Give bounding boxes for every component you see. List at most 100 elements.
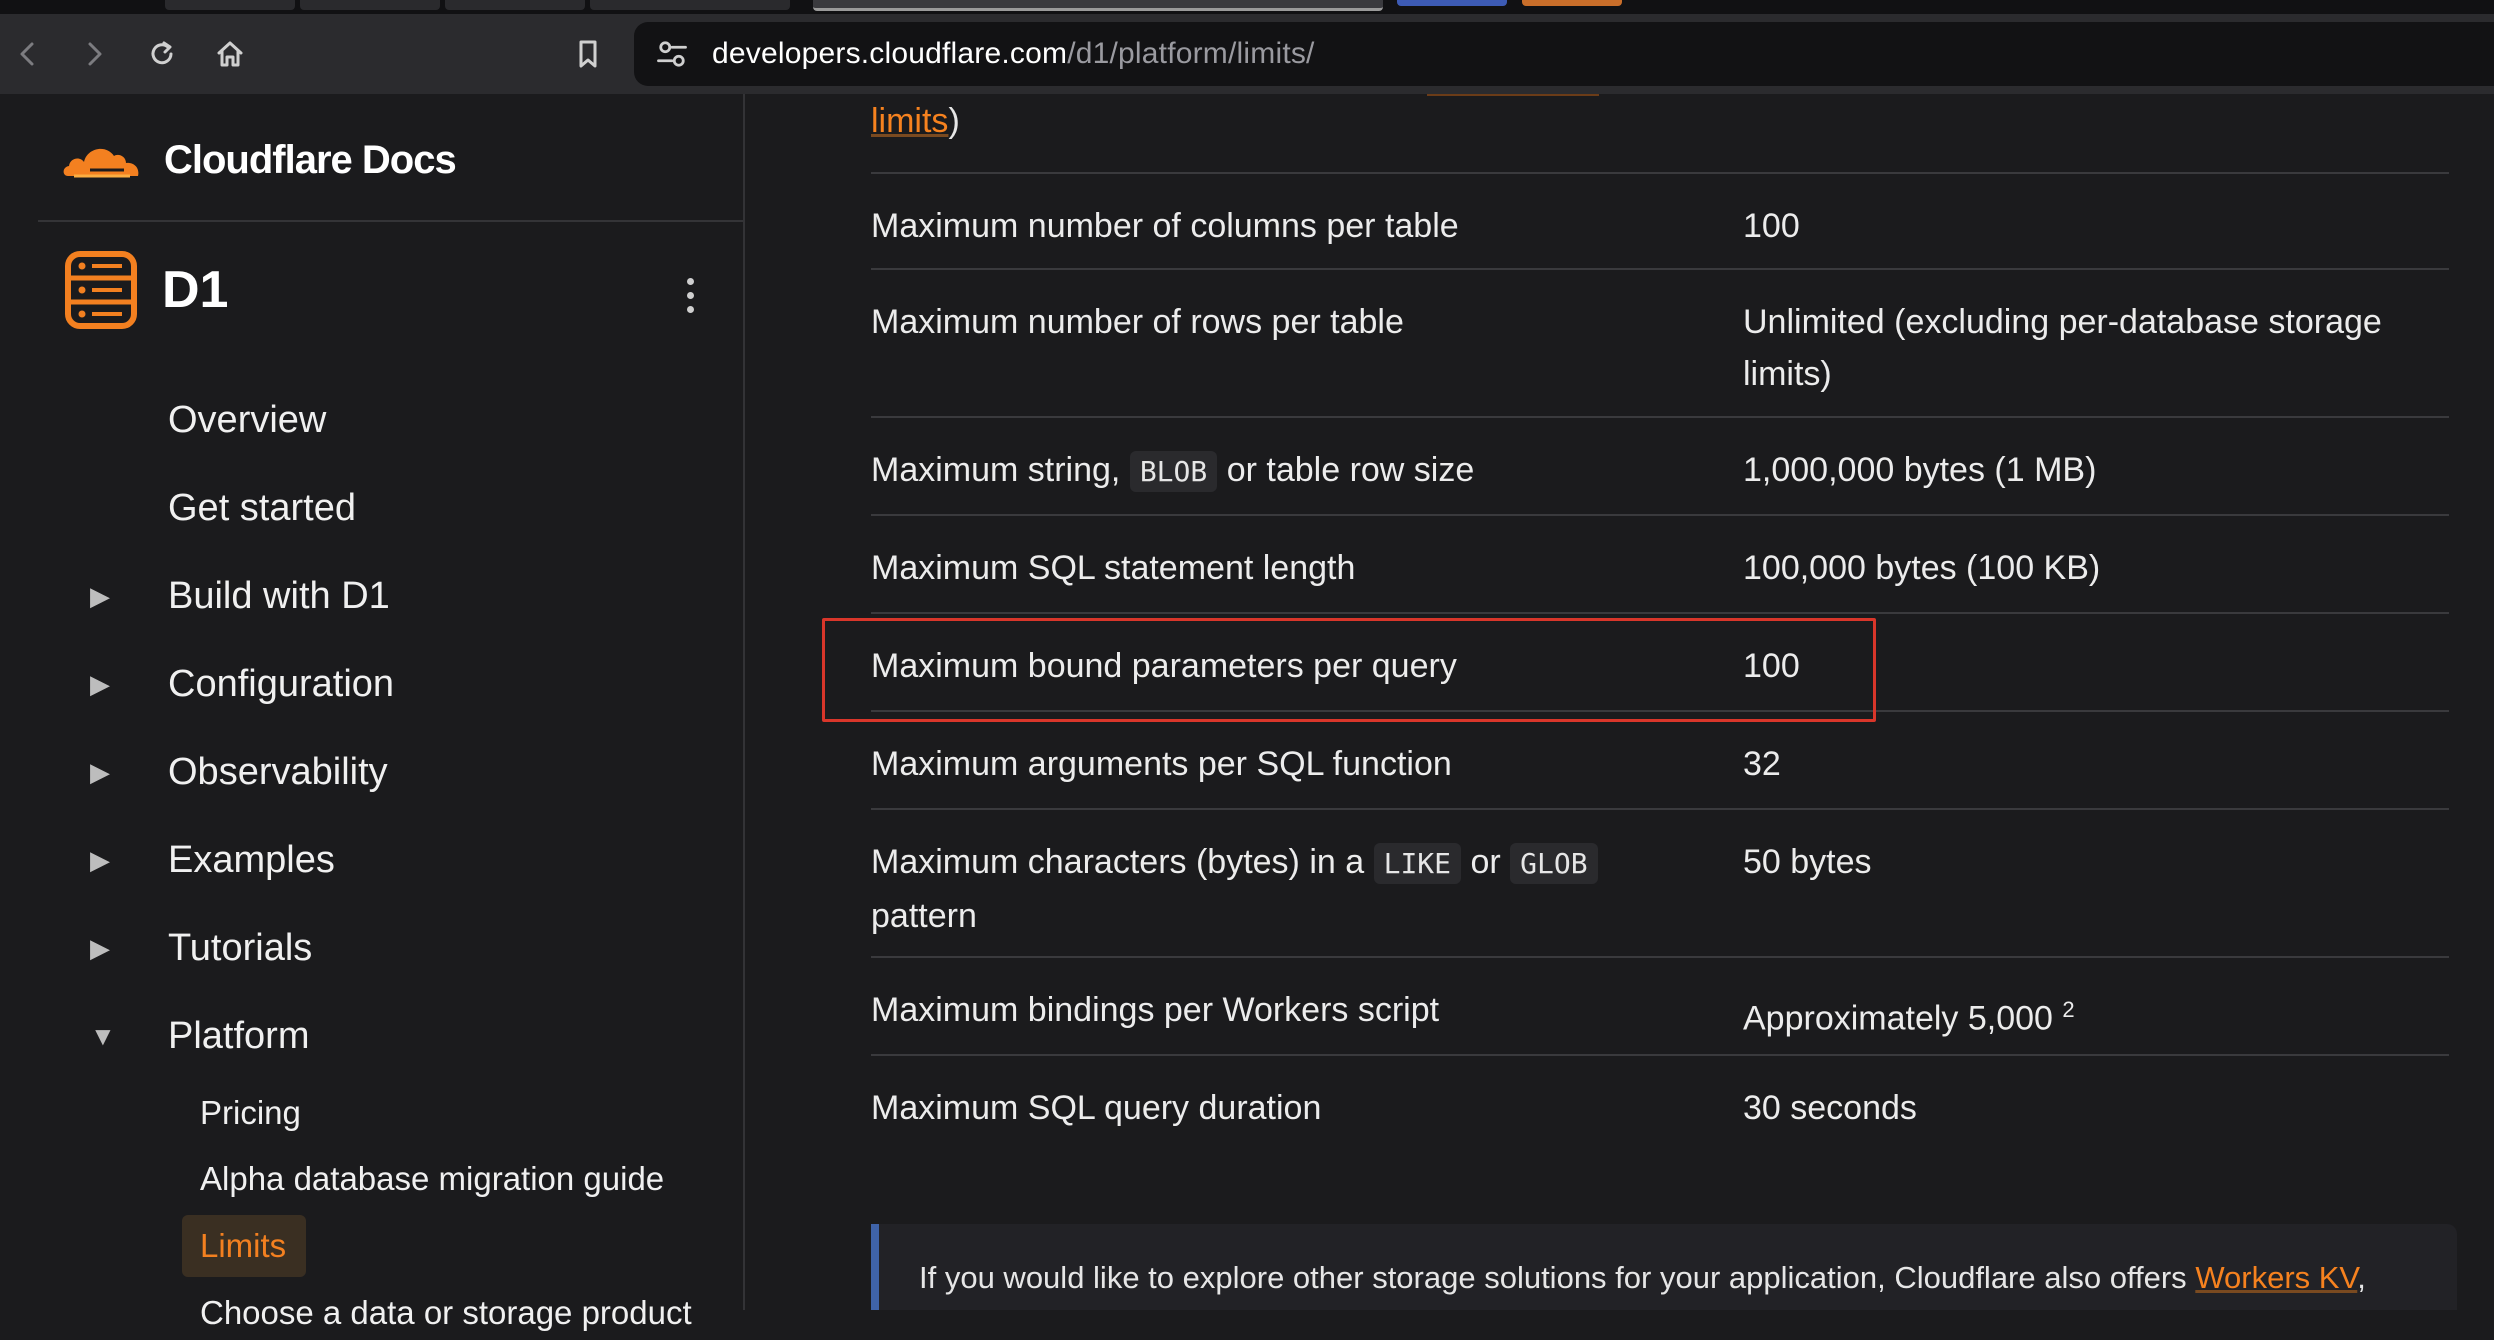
chevron-left-icon	[20, 42, 34, 66]
feature-cell: Maximum SQL query duration	[871, 1089, 1322, 1127]
browser-tab-active[interactable]	[813, 0, 1383, 11]
table-row: Maximum SQL statement length 100,000 byt…	[871, 514, 2449, 614]
product-header: D1	[64, 250, 704, 330]
feature-cell: Maximum number of columns per table	[871, 207, 1459, 245]
browser-tab[interactable]	[1397, 0, 1507, 6]
feature-cell: Maximum SQL statement length	[871, 549, 1356, 587]
more-dot-icon	[686, 277, 694, 285]
sidebar-item-build-with-d1[interactable]: ▶ Build with D1	[0, 566, 700, 626]
sidebar-item-tutorials[interactable]: ▶ Tutorials	[0, 918, 700, 978]
cloudflare-logo-icon	[63, 148, 139, 178]
chevron-right-icon	[88, 42, 102, 66]
caret-right-icon[interactable]: ▶	[90, 669, 110, 700]
table-row: Maximum number of columns per table 100	[871, 172, 2449, 270]
feature-cell: Maximum number of rows per table	[871, 303, 1404, 341]
table-row: Maximum bindings per Workers script Appr…	[871, 956, 2449, 1056]
divider	[38, 220, 743, 222]
limit-cell: 50 bytes	[1743, 843, 1872, 881]
table-row: Maximum number of rows per table Unlimit…	[871, 268, 2449, 418]
limit-text: Approximately 5,000	[1743, 999, 2053, 1038]
more-dot-icon	[686, 305, 694, 313]
paren-text: )	[948, 102, 960, 140]
caret-right-icon[interactable]: ▶	[90, 933, 110, 964]
feature-cell: Maximum characters (bytes) in a LIKE or …	[871, 836, 1711, 942]
sidebar-item-examples[interactable]: ▶ Examples	[0, 830, 700, 890]
sidebar-item-observability[interactable]: ▶ Observability	[0, 742, 700, 802]
browser-tab[interactable]	[1522, 0, 1622, 6]
note-text: If you would like to explore other stora…	[919, 1260, 2366, 1296]
browser-tab[interactable]	[300, 0, 440, 10]
text-fragment: or	[1461, 843, 1511, 881]
caret-right-icon[interactable]: ▶	[90, 757, 110, 788]
feature-cell: Maximum bindings per Workers script	[871, 991, 1440, 1029]
more-options-button[interactable]	[670, 270, 710, 320]
browser-toolbar: developers.cloudflare.com/d1/platform/li…	[0, 14, 2494, 94]
bookmark-button[interactable]	[566, 32, 610, 76]
caret-right-icon[interactable]: ▶	[90, 581, 110, 612]
sidebar-subitem-choose-product[interactable]: Choose a data or storage product	[0, 1286, 700, 1340]
note-callout: If you would like to explore other stora…	[871, 1224, 2457, 1310]
caret-right-icon[interactable]: ▶	[90, 845, 110, 876]
url-path: /d1/platform/limits/	[1067, 37, 1315, 70]
reload-icon	[151, 41, 173, 65]
home-button[interactable]	[208, 32, 252, 76]
table-row: Maximum string, BLOB or table row size 1…	[871, 416, 2449, 516]
browser-tab[interactable]	[445, 0, 585, 10]
limit-cell: Unlimited (excluding per-database storag…	[1743, 303, 2382, 393]
sidebar-item-label: Overview	[168, 398, 327, 441]
back-button[interactable]	[6, 32, 50, 76]
brand-name: Cloudflare Docs	[164, 137, 457, 182]
sidebar-subitem-label: Alpha database migration guide	[200, 1160, 665, 1197]
sidebar-item-label: Configuration	[168, 662, 395, 705]
sidebar-subitem-pricing[interactable]: Pricing	[0, 1086, 700, 1140]
database-icon	[65, 251, 137, 329]
bookmark-icon	[579, 40, 597, 68]
forward-button[interactable]	[72, 32, 116, 76]
product-name: D1	[162, 261, 229, 319]
home-icon	[217, 41, 243, 67]
footnote-link[interactable]: 2	[2062, 997, 2074, 1022]
sidebar: Cloudflare Docs D1 Overview Get started …	[0, 94, 745, 1331]
browser-tab[interactable]	[590, 0, 790, 10]
url-text: developers.cloudflare.com/d1/platform/li…	[712, 37, 1315, 71]
limits-link[interactable]: limits	[871, 102, 948, 140]
brand-logo-link[interactable]: Cloudflare Docs	[60, 130, 457, 190]
sidebar-item-label: Observability	[168, 750, 388, 793]
limit-cell: 1,000,000 bytes (1 MB)	[1743, 451, 2097, 489]
code-blob: BLOB	[1129, 451, 1218, 492]
main-content: limits) Maximum number of columns per ta…	[745, 94, 2494, 1310]
address-bar[interactable]: developers.cloudflare.com/d1/platform/li…	[634, 22, 2494, 86]
limit-cell: 100,000 bytes (100 KB)	[1743, 549, 2101, 587]
sidebar-subitem-alpha-migration[interactable]: Alpha database migration guide	[0, 1152, 700, 1206]
sidebar-item-overview[interactable]: Overview	[0, 390, 700, 450]
sidebar-subitem-limits[interactable]: Limits	[0, 1215, 700, 1277]
sidebar-item-get-started[interactable]: Get started	[0, 478, 700, 538]
sidebar-item-platform[interactable]: ▼ Platform	[0, 1006, 700, 1066]
feature-cell: Maximum arguments per SQL function	[871, 745, 1452, 783]
browser-tab[interactable]	[165, 0, 295, 10]
code-glob: GLOB	[1510, 843, 1598, 884]
limit-cell: Approximately 5,000 2	[1743, 984, 2433, 1044]
sidebar-item-label: Platform	[168, 1014, 310, 1057]
caret-down-icon[interactable]: ▼	[90, 1021, 116, 1052]
table-row: Maximum SQL query duration 30 seconds	[871, 1054, 2449, 1154]
sidebar-subitem-label: Choose a data or storage product	[200, 1294, 692, 1331]
sidebar-item-label: Examples	[168, 838, 335, 881]
note-body: If you would like to explore other stora…	[919, 1260, 2196, 1295]
sidebar-subitem-label: Limits	[200, 1227, 287, 1264]
text-fragment: or table row size	[1217, 451, 1475, 489]
sidebar-item-configuration[interactable]: ▶ Configuration	[0, 654, 700, 714]
table-row: Maximum characters (bytes) in a LIKE or …	[871, 808, 2449, 958]
limit-cell: 30 seconds	[1743, 1089, 1917, 1127]
link-underline	[1427, 94, 1599, 96]
sidebar-item-label: Build with D1	[168, 574, 390, 617]
sidebar-item-label: Tutorials	[168, 926, 313, 969]
workers-kv-link[interactable]: Workers KV	[2195, 1260, 2357, 1295]
reload-button[interactable]	[140, 32, 184, 76]
site-settings-icon	[657, 41, 687, 67]
text-fragment: Maximum characters (bytes) in a	[871, 843, 1374, 881]
text-fragment: Maximum string,	[871, 451, 1130, 489]
table-row: Maximum arguments per SQL function 32	[871, 710, 2449, 810]
text-fragment: pattern	[871, 897, 977, 935]
highlight-annotation	[822, 618, 1876, 722]
